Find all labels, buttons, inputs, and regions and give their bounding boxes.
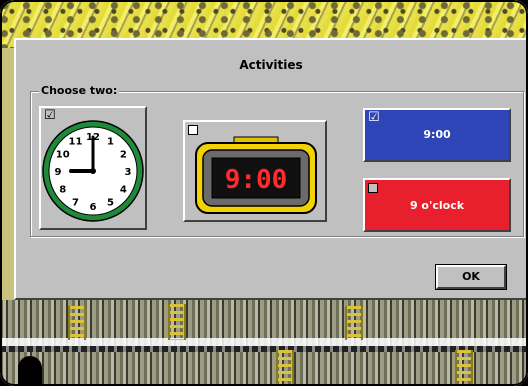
nine-oclock-button[interactable]: 9 o'clock — [363, 178, 511, 232]
group-label: Choose two: — [39, 84, 120, 97]
cave-rail — [0, 346, 528, 352]
clock-numeral: 5 — [107, 197, 114, 208]
analog-clock-icon: 121234567891011 — [42, 120, 144, 222]
clock-numeral: 2 — [120, 150, 127, 161]
game-screen: Activities Choose two: ☑ 121234567891011 — [0, 0, 528, 386]
ladder — [276, 350, 294, 386]
clock-numeral: 1 — [107, 137, 114, 148]
clock-numeral: 3 — [125, 167, 132, 178]
digital-clock-option[interactable]: 9:00 — [183, 120, 327, 222]
activities-dialog: Activities Choose two: ☑ 121234567891011 — [14, 38, 528, 300]
clock-numeral: 7 — [72, 197, 79, 208]
clock-numeral: 8 — [59, 185, 66, 196]
clock-numeral: 9 — [55, 167, 62, 178]
clock-numeral: 6 — [90, 202, 97, 213]
ok-button[interactable]: OK — [435, 264, 507, 290]
time-9-00-label: 9:00 — [423, 128, 451, 141]
digital-clock-display: 9:00 — [225, 165, 288, 195]
cave-tunnel — [18, 356, 42, 386]
ladder — [68, 306, 86, 340]
analog-clock-option[interactable]: ☑ 121234567891011 — [39, 106, 147, 230]
ladder — [168, 304, 186, 340]
nine-oclock-checkbox[interactable] — [368, 183, 378, 193]
ladder — [345, 306, 363, 340]
time-9-00-checkbox[interactable]: ☑ — [368, 111, 380, 124]
clock-numeral: 4 — [120, 185, 127, 196]
clock-numeral: 11 — [69, 137, 83, 148]
digital-clock-checkbox[interactable] — [188, 125, 198, 135]
clock-numeral: 10 — [56, 150, 70, 161]
nine-oclock-label: 9 o'clock — [409, 199, 465, 212]
dialog-title: Activities — [239, 58, 303, 72]
ladder — [455, 350, 473, 386]
time-9-00-button[interactable]: ☑ 9:00 — [363, 108, 511, 162]
digital-clock-icon: 9:00 — [195, 136, 317, 214]
choose-two-group: Choose two: ☑ 121234567891011 — [30, 84, 524, 237]
